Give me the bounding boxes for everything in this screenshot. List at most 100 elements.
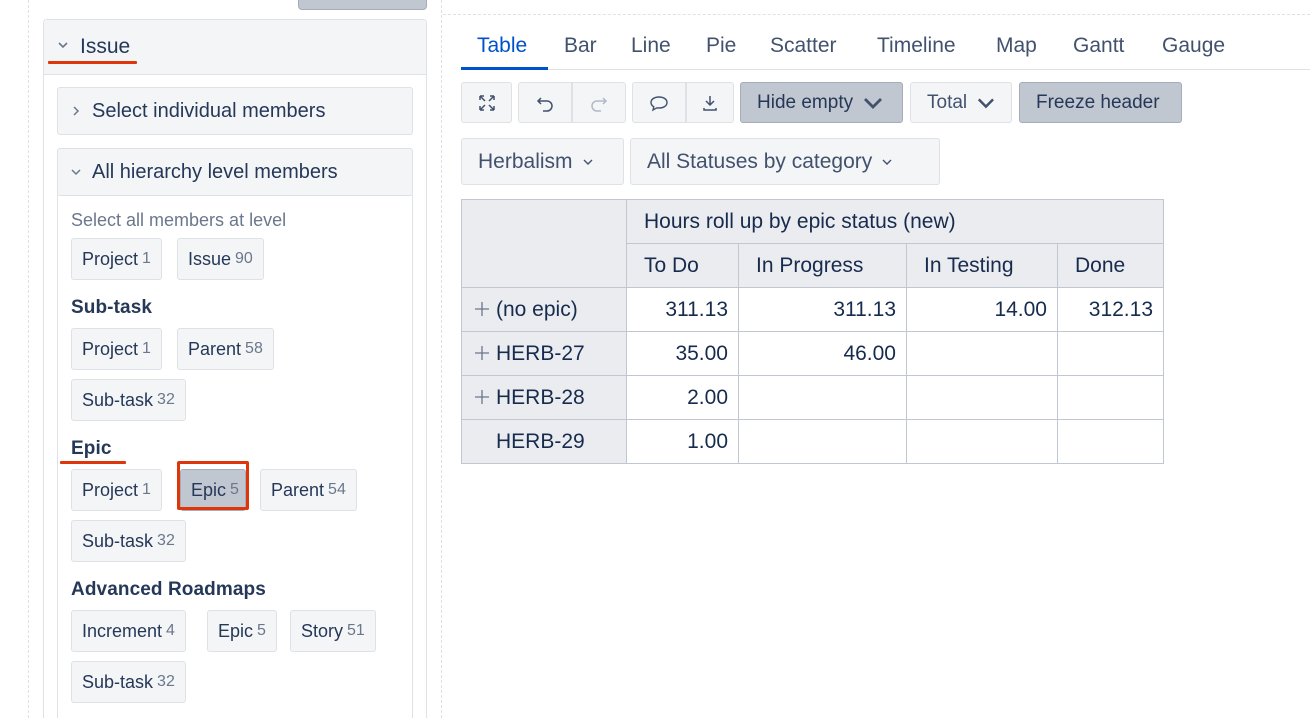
tab-scatter[interactable]: Scatter	[770, 34, 837, 58]
table-cell[interactable]: 311.13	[626, 287, 739, 332]
chip-count: 58	[245, 340, 263, 357]
project-page-filter[interactable]: Herbalism	[461, 138, 624, 185]
fullscreen-button[interactable]	[461, 82, 512, 123]
tab-map[interactable]: Map	[996, 34, 1037, 58]
table-cell[interactable]: 2.00	[626, 375, 739, 420]
column-header[interactable]: Done	[1057, 243, 1164, 288]
row-label: HERB-29	[496, 429, 585, 453]
level-chip-project[interactable]: Project 1	[71, 469, 162, 511]
row-header[interactable]: (no epic)	[461, 287, 627, 332]
expand-plus-icon[interactable]	[474, 345, 490, 361]
chip-count: 51	[347, 622, 365, 639]
hierarchy-group-title: Sub-task	[71, 297, 153, 318]
tab-gantt[interactable]: Gantt	[1073, 34, 1124, 58]
table-cell[interactable]	[738, 375, 907, 420]
table-cell[interactable]: 311.13	[738, 287, 907, 332]
chip-count: 90	[235, 250, 253, 267]
select-all-members-text: Select all members at level	[71, 210, 287, 230]
total-label: Total	[927, 91, 968, 113]
select-individual-members-section[interactable]: Select individual members	[57, 87, 413, 135]
level-chip-parent[interactable]: Parent 54	[260, 469, 357, 511]
chip-count: 4	[166, 622, 175, 639]
row-header[interactable]: HERB-27	[461, 331, 627, 376]
tab-line[interactable]: Line	[631, 34, 671, 58]
chip-count: 1	[142, 250, 151, 267]
row-label: (no epic)	[496, 297, 578, 321]
hierarchy-group-title: Advanced Roadmaps	[71, 579, 266, 600]
table-cell[interactable]	[906, 375, 1058, 420]
table-cell[interactable]: 1.00	[626, 419, 739, 464]
export-button[interactable]	[686, 82, 734, 123]
table-row: HERB-29 1.00	[461, 419, 1164, 464]
freeze-header-label: Freeze header	[1036, 91, 1160, 113]
undo-button[interactable]	[518, 82, 572, 123]
level-chip-story[interactable]: Story 51	[290, 610, 376, 652]
row-label: HERB-27	[496, 341, 585, 365]
table-cell[interactable]: 312.13	[1057, 287, 1164, 332]
status-filter-value: All Statuses by category	[647, 149, 873, 173]
table-cell[interactable]: 46.00	[738, 331, 907, 376]
level-chip-epic[interactable]: Epic 5	[207, 610, 277, 652]
table-cell[interactable]	[1057, 375, 1164, 420]
chevron-down-icon	[864, 97, 883, 109]
measure-header[interactable]: Hours roll up by epic status (new)	[626, 199, 1164, 244]
report-table: Hours roll up by epic status (new) To Do…	[461, 199, 1164, 464]
chevron-down-icon	[71, 169, 81, 176]
active-tab-indicator	[461, 67, 548, 70]
table-cell[interactable]: 14.00	[906, 287, 1058, 332]
level-chip-sub-task[interactable]: Sub-task 32	[71, 661, 186, 703]
level-chip-sub-task[interactable]: Sub-task 32	[71, 520, 186, 562]
chip-label: Sub-task	[82, 389, 154, 410]
table-row: HERB-27 35.00 46.00	[461, 331, 1164, 376]
table-cell[interactable]	[906, 331, 1058, 376]
row-header[interactable]: HERB-28	[461, 375, 627, 420]
expand-plus-icon[interactable]	[474, 389, 490, 405]
tab-timeline[interactable]: Timeline	[877, 34, 956, 58]
chip-count: 1	[142, 481, 151, 498]
column-header[interactable]: In Progress	[738, 243, 907, 288]
level-chip-parent[interactable]: Parent 58	[177, 328, 274, 370]
column-header[interactable]: To Do	[626, 243, 739, 288]
epic-title-underline	[60, 461, 126, 464]
table-cell[interactable]	[1057, 331, 1164, 376]
row-header[interactable]: HERB-29	[461, 419, 627, 464]
hierarchy-group-title: Epic	[71, 438, 112, 459]
issue-dimension-header[interactable]: Issue	[44, 20, 426, 75]
chevron-down-icon	[58, 42, 68, 49]
table-row: HERB-28 2.00	[461, 375, 1164, 420]
undo-icon	[536, 96, 553, 112]
redo-button[interactable]	[572, 82, 626, 123]
table-cell[interactable]	[906, 419, 1058, 464]
status-page-filter[interactable]: All Statuses by category	[630, 138, 940, 185]
tab-bar[interactable]: Bar	[564, 34, 597, 58]
level-chip-issue[interactable]: Issue 90	[177, 238, 264, 280]
tab-pie[interactable]: Pie	[706, 34, 736, 58]
table-cell[interactable]	[1057, 419, 1164, 464]
freeze-header-button[interactable]: Freeze header	[1019, 82, 1182, 123]
level-chip-project[interactable]: Project 1	[71, 238, 162, 280]
all-hierarchy-members-label: All hierarchy level members	[92, 161, 338, 183]
level-chip-sub-task[interactable]: Sub-task 32	[71, 379, 186, 421]
tab-table[interactable]: Table	[477, 34, 527, 58]
chip-label: Sub-task	[82, 530, 154, 551]
total-button[interactable]: Total	[910, 82, 1012, 123]
tab-gauge[interactable]: Gauge	[1162, 34, 1225, 58]
table-cell[interactable]	[738, 419, 907, 464]
chip-count: 1	[142, 340, 151, 357]
expand-plus-icon[interactable]	[474, 301, 490, 317]
chart-type-tabs: Table Bar Line Pie Scatter Timeline Map …	[461, 25, 1310, 70]
epic-chip-highlight	[177, 461, 249, 510]
all-hierarchy-members-section[interactable]: All hierarchy level members	[57, 148, 413, 196]
hide-empty-button[interactable]: Hide empty	[740, 82, 903, 123]
select-individual-members-label: Select individual members	[92, 100, 326, 122]
table-row: (no epic) 311.13 311.13 14.00 312.13	[461, 287, 1164, 332]
expand-icon	[478, 94, 495, 111]
collapsed-button-stub[interactable]	[298, 0, 427, 10]
level-chip-project[interactable]: Project 1	[71, 328, 162, 370]
chevron-down-icon	[882, 159, 892, 165]
comment-button[interactable]	[632, 82, 686, 123]
column-header[interactable]: In Testing	[906, 243, 1058, 288]
chip-label: Project	[82, 338, 139, 359]
level-chip-increment[interactable]: Increment 4	[71, 610, 186, 652]
table-cell[interactable]: 35.00	[626, 331, 739, 376]
